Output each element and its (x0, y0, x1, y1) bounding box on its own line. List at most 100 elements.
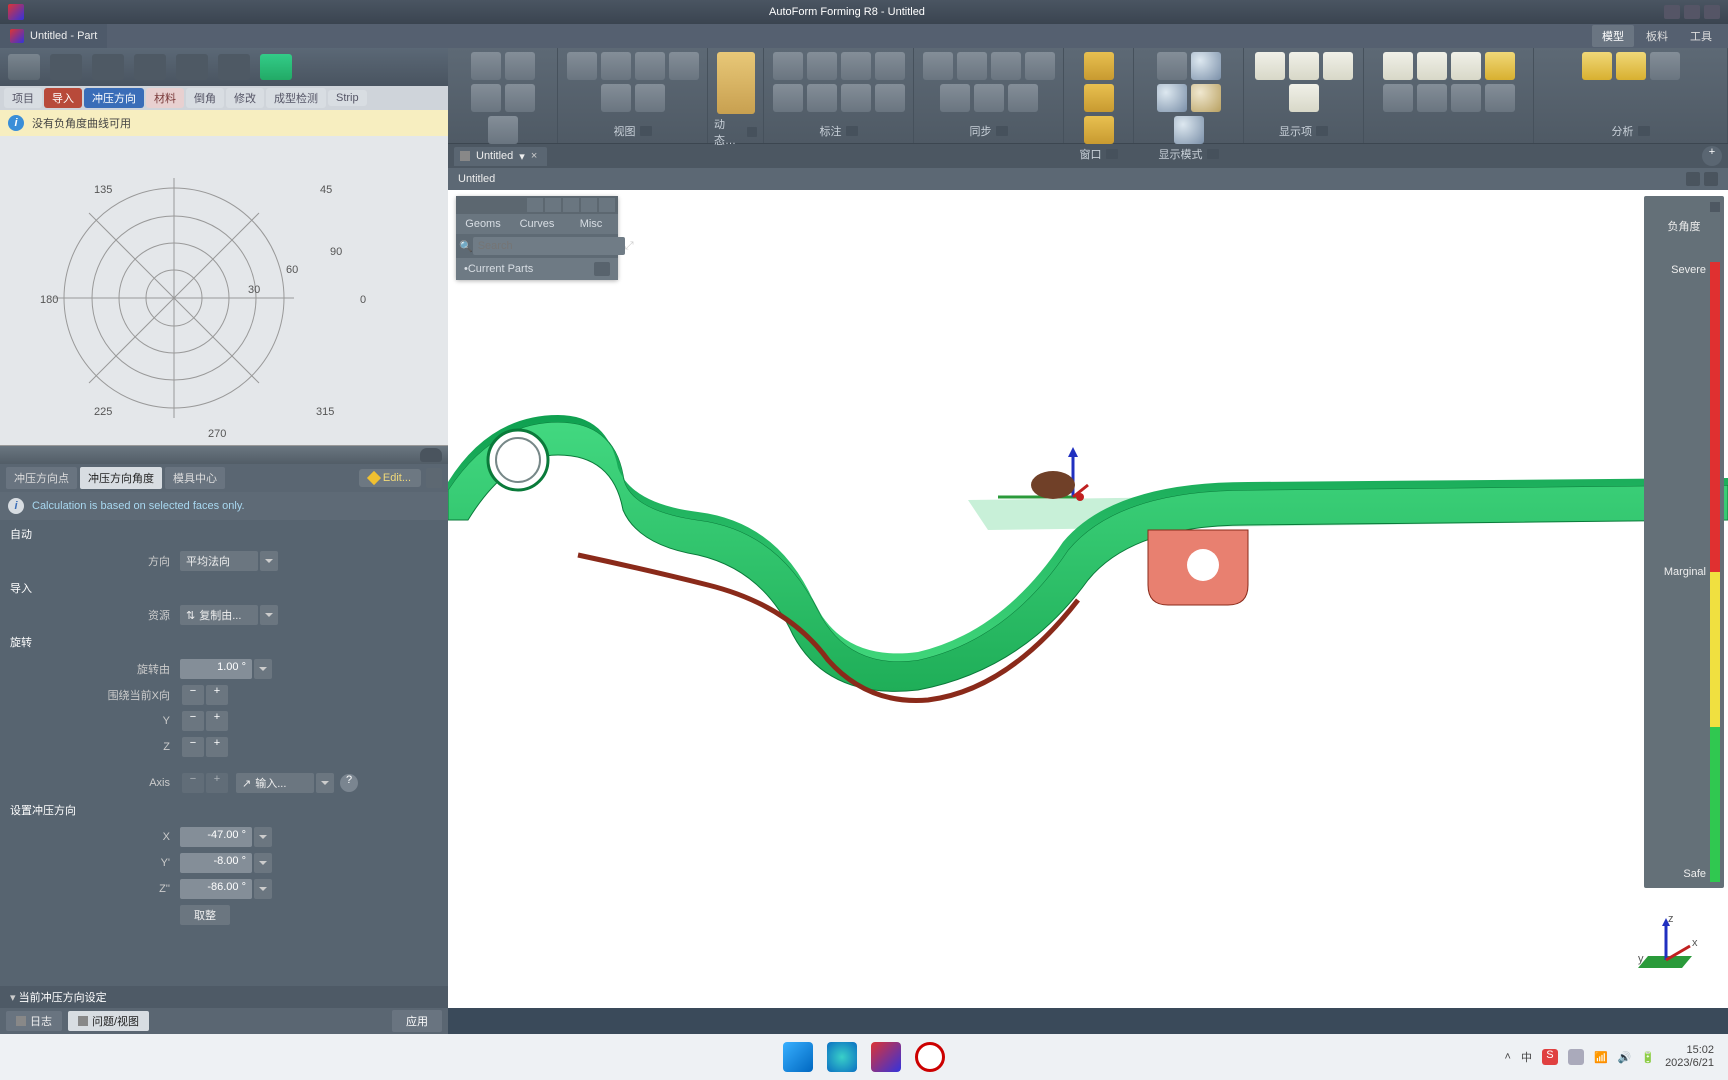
rgroup-dynamic-expand[interactable] (747, 127, 757, 137)
rib-sync-3-icon[interactable] (991, 52, 1021, 80)
z-plus[interactable]: + (206, 737, 228, 757)
rib-view-5-icon[interactable] (601, 84, 631, 112)
edit-dropdown[interactable] (426, 468, 442, 488)
rib-m-4-icon[interactable] (1485, 52, 1515, 80)
axis-select[interactable]: ↗ 输入... (236, 773, 314, 793)
wf-material[interactable]: 材料 (146, 88, 184, 108)
geoms-btn3-icon[interactable] (563, 198, 579, 212)
tray-clock[interactable]: 15:02 2023/6/21 (1665, 1044, 1714, 1069)
rib-m-8-icon[interactable] (1485, 84, 1515, 112)
rib-dm-1-icon[interactable] (1157, 52, 1187, 80)
axis-help[interactable]: ? (340, 774, 358, 792)
collapsed-section[interactable]: 当前冲压方向设定 (0, 986, 448, 1008)
rib-dm-globe2-icon[interactable] (1157, 84, 1187, 112)
rib-win-3-icon[interactable] (1084, 116, 1114, 144)
x-value[interactable]: -47.00 ° (180, 827, 252, 847)
zpp-value[interactable]: -86.00 ° (180, 879, 252, 899)
rib-obj-4-icon[interactable] (505, 84, 535, 112)
rib-view-3-icon[interactable] (635, 52, 665, 80)
y-minus[interactable]: − (182, 711, 204, 731)
wf-import[interactable]: 导入 (44, 88, 82, 108)
rib-dm-globe4-icon[interactable] (1174, 116, 1204, 144)
viewport-add-tab[interactable]: + (1702, 146, 1722, 166)
document-tab[interactable]: Untitled - Part (0, 24, 107, 48)
x-dropdown[interactable] (254, 827, 272, 847)
tray-sogou-icon[interactable]: S (1542, 1049, 1558, 1065)
rotateby-value[interactable]: 1.00 ° (180, 659, 252, 679)
rib-sync-5-icon[interactable] (940, 84, 970, 112)
geoms-tab-curves[interactable]: Curves (510, 214, 564, 234)
rib-sync-1-icon[interactable] (923, 52, 953, 80)
wf-tipdir[interactable]: 冲压方向 (84, 88, 144, 108)
rib-view-2-icon[interactable] (601, 52, 631, 80)
menu-blank[interactable]: 板料 (1636, 25, 1678, 47)
aroundx-minus[interactable]: − (182, 685, 204, 705)
geoms-btn1-icon[interactable] (527, 198, 543, 212)
subtab-tippoint[interactable]: 冲压方向点 (6, 467, 77, 489)
rgroup-displayitem-expand[interactable] (1316, 126, 1328, 136)
rib-m-2-icon[interactable] (1417, 52, 1447, 80)
geoms-pin-icon[interactable] (599, 198, 615, 212)
rib-a-3-icon[interactable] (1650, 52, 1680, 80)
rgroup-annotate-expand[interactable] (846, 126, 858, 136)
geoms-tab-misc[interactable]: Misc (564, 214, 618, 234)
z-minus[interactable]: − (182, 737, 204, 757)
tray-chevron-icon[interactable]: ˄ (1505, 1051, 1511, 1063)
rib-di-1-icon[interactable] (1255, 52, 1285, 80)
edit-button[interactable]: Edit... (359, 469, 421, 487)
menu-tools[interactable]: 工具 (1680, 25, 1722, 47)
rgroup-sync-expand[interactable] (996, 126, 1008, 136)
round-button[interactable]: 取整 (180, 905, 230, 925)
yp-value[interactable]: -8.00 ° (180, 853, 252, 873)
rib-win-1-icon[interactable] (1084, 52, 1114, 80)
viewport-3d[interactable]: Geoms Curves Misc 🔍 ⤢ • Current Parts 负角… (448, 190, 1728, 1008)
tool-6-icon[interactable] (218, 54, 250, 80)
tool-4-icon[interactable] (134, 54, 166, 80)
rgroup-window-expand[interactable] (1106, 149, 1118, 159)
geoms-search-input[interactable] (473, 237, 625, 255)
tray-battery-icon[interactable]: 🔋 (1641, 1051, 1655, 1064)
viewport-tab[interactable]: Untitled ▾ × (454, 147, 547, 166)
rib-m-1-icon[interactable] (1383, 52, 1413, 80)
rib-di-4-icon[interactable] (1289, 84, 1319, 112)
tool-new-icon[interactable] (8, 54, 40, 80)
rib-ann-3-icon[interactable] (841, 52, 871, 80)
rib-view-6-icon[interactable] (635, 84, 665, 112)
tool-run-icon[interactable] (260, 54, 292, 80)
rib-view-1-icon[interactable] (567, 52, 597, 80)
viewport-tab-close[interactable]: × (531, 150, 537, 162)
close-button[interactable] (1704, 5, 1720, 19)
wf-strip[interactable]: Strip (328, 90, 367, 106)
rib-ann-5-icon[interactable] (773, 84, 803, 112)
rib-sync-4-icon[interactable] (1025, 52, 1055, 80)
rib-dm-globe-icon[interactable] (1191, 52, 1221, 80)
wf-modify[interactable]: 修改 (226, 88, 264, 108)
rib-sync-6-icon[interactable] (974, 84, 1004, 112)
axis-dropdown[interactable] (316, 773, 334, 793)
rib-a-1-icon[interactable] (1582, 52, 1612, 80)
rib-ann-4-icon[interactable] (875, 52, 905, 80)
edge-icon[interactable] (827, 1042, 857, 1072)
geoms-btn4-icon[interactable] (581, 198, 597, 212)
rib-a-2-icon[interactable] (1616, 52, 1646, 80)
rib-m-3-icon[interactable] (1451, 52, 1481, 80)
panel-grip[interactable] (0, 446, 448, 464)
rib-obj-1-icon[interactable] (471, 52, 501, 80)
geoms-tab-geoms[interactable]: Geoms (456, 214, 510, 234)
y-plus[interactable]: + (206, 711, 228, 731)
geoms-btn2-icon[interactable] (545, 198, 561, 212)
rib-obj-5-icon[interactable] (488, 116, 518, 144)
rib-obj-3-icon[interactable] (471, 84, 501, 112)
aroundx-plus[interactable]: + (206, 685, 228, 705)
rib-di-2-icon[interactable] (1289, 52, 1319, 80)
geoms-current[interactable]: • Current Parts (456, 258, 618, 280)
rib-sync-2-icon[interactable] (957, 52, 987, 80)
rib-ann-6-icon[interactable] (807, 84, 837, 112)
tool-2-icon[interactable] (50, 54, 82, 80)
record-icon[interactable] (915, 1042, 945, 1072)
rib-ann-7-icon[interactable] (841, 84, 871, 112)
rib-sync-7-icon[interactable] (1008, 84, 1038, 112)
rib-m-5-icon[interactable] (1383, 84, 1413, 112)
wf-formcheck[interactable]: 成型检测 (266, 88, 326, 108)
minimize-button[interactable] (1664, 5, 1680, 19)
